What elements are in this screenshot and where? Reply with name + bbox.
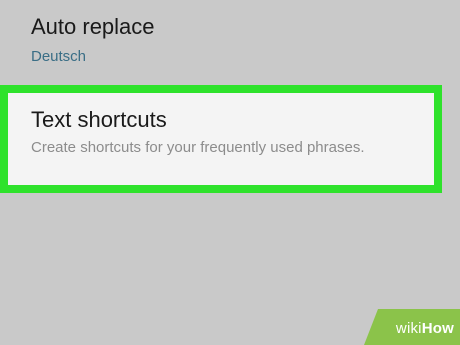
setting-text-shortcuts[interactable]: Text shortcuts Create shortcuts for your… (8, 93, 434, 185)
watermark-text: wikiHow (395, 320, 454, 337)
wikihow-watermark: wikiHow (364, 309, 460, 345)
auto-replace-title: Auto replace (31, 14, 155, 39)
text-shortcuts-title: Text shortcuts (31, 107, 167, 132)
text-shortcuts-description: Create shortcuts for your frequently use… (31, 139, 365, 156)
auto-replace-value: Deutsch (31, 48, 87, 65)
setting-auto-replace[interactable]: Auto replace Deutsch (0, 0, 460, 86)
